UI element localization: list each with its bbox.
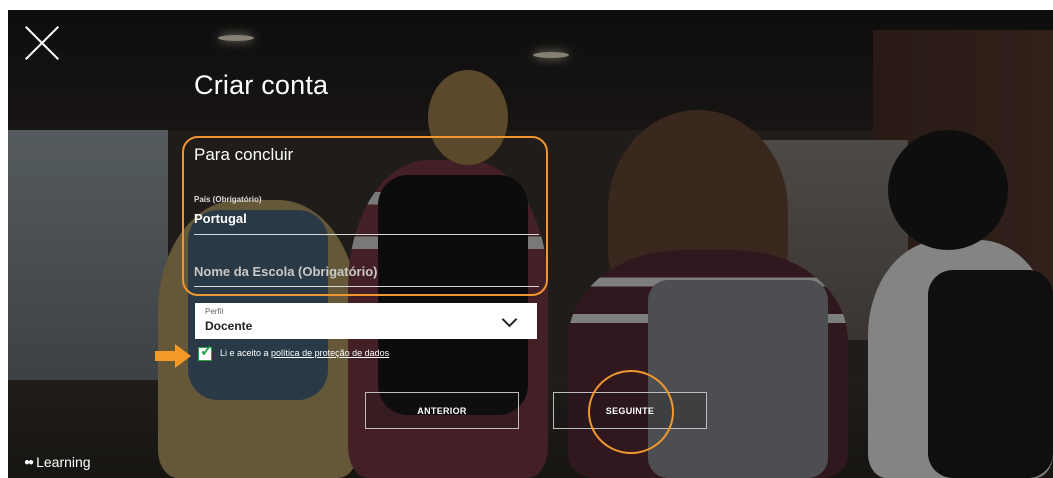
country-underline — [194, 234, 539, 235]
close-icon[interactable] — [25, 26, 59, 60]
profile-select[interactable]: Perfil Docente — [195, 303, 537, 339]
page-title: Criar conta — [194, 70, 329, 100]
consent-checkbox[interactable]: ✓ — [198, 343, 213, 361]
brand-logo: ●● Learning — [24, 454, 91, 470]
profile-label: Perfil — [205, 307, 224, 316]
school-field[interactable]: Nome da Escola (Obrigatório) — [194, 264, 377, 279]
school-underline — [194, 286, 539, 287]
profile-value: Docente — [205, 319, 253, 333]
consent-prefix: Li e aceito a — [220, 348, 272, 358]
logo-dots-icon: ●● — [24, 457, 34, 468]
consent-text: Li e aceito a política de proteção de da… — [220, 348, 389, 358]
previous-button[interactable]: ANTERIOR — [365, 392, 519, 429]
highlight-circle — [588, 370, 674, 454]
chevron-down-icon — [501, 311, 518, 328]
country-label: País (Obrigatório) — [194, 195, 262, 204]
checkmark-icon: ✓ — [200, 343, 213, 360]
privacy-policy-link[interactable]: política de proteção de dados — [271, 348, 389, 358]
arrow-right-icon — [155, 344, 193, 368]
brand-name: Learning — [36, 454, 91, 470]
country-field[interactable]: Portugal — [194, 211, 247, 226]
